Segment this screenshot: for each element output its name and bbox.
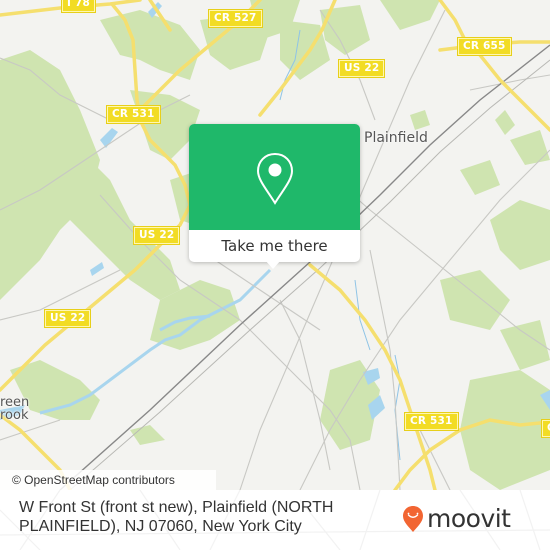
road-label-cr531: CR 531	[404, 412, 459, 431]
map-canvas[interactable]: I 78 CR 527 CR 655 US 22 CR 531 US 22 US…	[0, 0, 550, 490]
place-label-green-brook: rook	[0, 408, 29, 423]
road-label-cr655: CR 655	[457, 37, 512, 56]
road-label-us22: US 22	[132, 226, 181, 245]
popup-header	[189, 124, 360, 230]
moovit-logo[interactable]: moovit	[402, 505, 511, 533]
place-label-plainfield: Plainfield	[364, 130, 428, 146]
address-text: W Front St (front st new), Plainfield (N…	[19, 499, 334, 535]
road-label-cr-edge: C	[541, 419, 550, 438]
moovit-wordmark: moovit	[427, 504, 511, 533]
road-label-us22: US 22	[43, 309, 92, 328]
road-label-i78: I 78	[61, 0, 96, 13]
take-me-there-button[interactable]: Take me there	[189, 230, 360, 262]
road-label-cr527: CR 527	[208, 9, 263, 28]
road-label-us22: US 22	[337, 59, 386, 78]
map-pin-icon	[256, 152, 294, 205]
footer: W Front St (front st new), Plainfield (N…	[0, 490, 550, 550]
map-attribution[interactable]: © OpenStreetMap contributors	[0, 470, 216, 490]
road-label-cr531: CR 531	[106, 105, 161, 124]
location-popup: Take me there	[189, 124, 360, 269]
popup-pointer	[265, 260, 281, 269]
moovit-pin-icon	[403, 506, 423, 532]
